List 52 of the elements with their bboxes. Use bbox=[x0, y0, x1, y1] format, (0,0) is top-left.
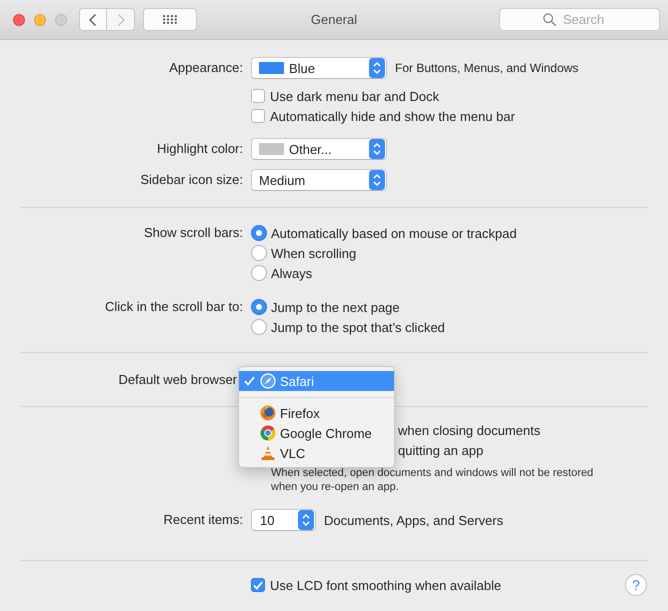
field-label: Default web browser bbox=[118, 371, 237, 389]
checkbox-label[interactable]: Use dark menu bar and Dock bbox=[270, 88, 440, 104]
up-down-arrows-icon bbox=[369, 58, 385, 78]
minimize-button[interactable] bbox=[34, 14, 46, 26]
checkmark-icon bbox=[253, 580, 263, 590]
menu-item[interactable]: Firefox bbox=[239, 403, 394, 423]
radio-button[interactable] bbox=[251, 319, 267, 335]
up-down-arrows-icon bbox=[298, 510, 314, 530]
description-text: When selected, open documents and windows will not be restored when you re-open an app. bbox=[270, 466, 594, 494]
field-label: Show scroll bars: bbox=[143, 224, 243, 242]
globe-icon bbox=[260, 405, 276, 421]
checkmark-icon bbox=[244, 376, 254, 386]
popup-button[interactable]: Blue bbox=[251, 57, 387, 79]
field-label: Sidebar icon size: bbox=[139, 171, 243, 189]
radio-button[interactable] bbox=[251, 265, 267, 281]
window-title: General bbox=[310, 12, 358, 27]
search-field[interactable]: Search bbox=[499, 8, 660, 31]
search-icon bbox=[543, 13, 556, 26]
hint-text: Documents, Apps, and Servers bbox=[324, 512, 504, 528]
dot-grid-icon bbox=[163, 14, 177, 24]
radio-label[interactable]: Always bbox=[271, 266, 312, 280]
checkbox[interactable] bbox=[251, 109, 265, 123]
checkbox-label[interactable]: Automatically hide and show the menu bar bbox=[270, 108, 515, 124]
menu-item[interactable]: Google Chrome bbox=[239, 423, 394, 443]
menu-item[interactable]: VLC bbox=[239, 443, 394, 463]
back-button[interactable] bbox=[79, 8, 107, 31]
show-all-button[interactable] bbox=[143, 8, 197, 31]
close-button[interactable] bbox=[13, 14, 25, 26]
checkbox[interactable] bbox=[251, 578, 265, 592]
popup-button[interactable]: 10 bbox=[251, 509, 316, 531]
field-label: Appearance: bbox=[168, 59, 243, 77]
radio-label[interactable]: Jump to the next page bbox=[271, 300, 400, 314]
help-button[interactable]: ? bbox=[625, 574, 647, 596]
radio-label[interactable]: Jump to the spot that’s clicked bbox=[271, 320, 445, 334]
popup-button[interactable]: Other... bbox=[251, 138, 387, 160]
popup-button[interactable]: Medium bbox=[251, 169, 387, 191]
radio-label[interactable]: When scrolling bbox=[271, 246, 356, 260]
radio-button[interactable] bbox=[251, 299, 267, 315]
checkbox[interactable] bbox=[251, 89, 265, 103]
field-label: Click in the scroll bar to: bbox=[104, 298, 243, 316]
up-down-arrows-icon bbox=[369, 139, 385, 159]
field-label: Recent items: bbox=[162, 511, 243, 529]
traffic-cone-icon bbox=[260, 445, 276, 461]
up-down-arrows-icon bbox=[369, 170, 385, 190]
compass-icon bbox=[260, 373, 276, 389]
radio-label[interactable]: Automatically based on mouse or trackpad bbox=[271, 226, 517, 240]
radio-button[interactable] bbox=[251, 245, 267, 261]
field-label: Highlight color: bbox=[156, 140, 243, 158]
hint-text: For Buttons, Menus, and Windows bbox=[395, 61, 578, 75]
checkbox-label[interactable]: Use LCD font smoothing when available bbox=[270, 578, 502, 592]
segmented-circle-icon bbox=[260, 425, 276, 441]
radio-button[interactable] bbox=[251, 225, 267, 241]
